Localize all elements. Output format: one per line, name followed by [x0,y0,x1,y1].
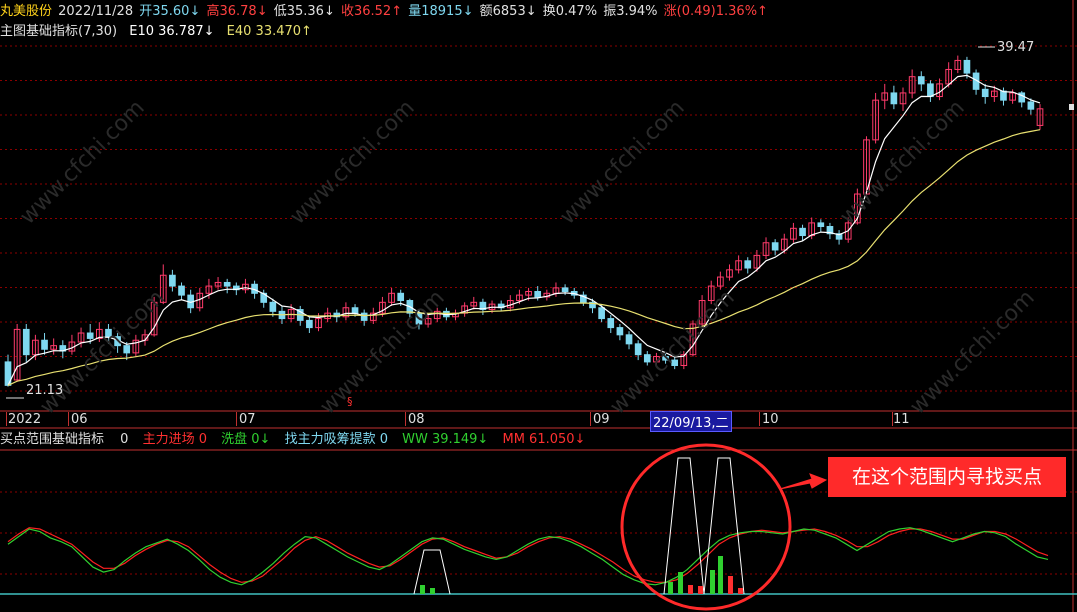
signal-bar [678,572,683,594]
main-indicator-name[interactable]: 主图基础指标(7,30) [0,24,117,39]
candle [643,354,651,363]
signal-bar [420,585,425,594]
signal-trapezoid [413,549,451,595]
e10-line [7,74,1041,386]
low-price-label: 21.13 [26,383,64,398]
high-price-label: 39.47 [997,40,1035,55]
e10-value: E10 36.787↓ [129,24,215,39]
callout-arrow [779,473,828,490]
axis-tick [405,412,406,426]
e40-value: E40 33.470↑ [226,24,312,39]
e40-line [7,129,1041,386]
signal-bar [718,556,723,594]
axis-label-07: 07 [239,412,256,427]
sub-indicator-bar: 买点范围基础指标 0 主力进场 0 洗盘 0↓ 找主力吸筹提款 0 WW 39.… [0,432,587,448]
quote-change: 涨(0.49)1.36%↑ [663,4,768,19]
candle [223,281,231,287]
candle [123,345,131,354]
highlight-circle [620,443,792,611]
main-indicator-bar: 主图基础指标(7,30) E10 36.787↓ E40 33.470↑ [0,24,314,40]
candle [981,88,989,98]
axis-tick [68,412,69,426]
candle [41,339,48,350]
ww-line [7,527,1049,586]
signal-bar [430,588,435,594]
quote-turnover: 换0.47% [542,4,598,19]
sub-indicator-name[interactable]: 买点范围基础指标 [0,432,104,447]
candle [561,287,569,292]
candle [598,307,605,320]
candle [890,92,898,105]
candle [799,227,806,237]
quote-volume: 量18915↓ [408,4,474,19]
quote-amplitude: 振3.94% [603,4,658,19]
candle [22,328,30,356]
candle [1000,90,1007,101]
candle [306,319,313,329]
signal-bar [728,576,733,594]
sub-zero: 0 [120,432,129,447]
signal-bar [668,582,673,594]
candle [169,274,176,287]
sub-mm: MM 61.050↓ [502,432,586,447]
candle [397,292,405,302]
axis-label-08: 08 [408,412,425,427]
candle [178,285,185,296]
candle [927,83,934,98]
candle [415,312,423,325]
axis-label-06: 06 [71,412,88,427]
candle [671,359,679,367]
cursor-marker [1069,104,1074,110]
axis-label-11: 11 [893,412,910,427]
axis-tick [759,412,760,426]
axis-tick [236,412,237,426]
quote-bar: 丸美股份 2022/11/28 开35.60↓ 高36.78↓ 低35.36↓ … [0,4,770,20]
quote-high: 高36.78↓ [206,4,268,19]
candle [351,307,359,314]
signal-bar [688,585,693,594]
candle [744,260,752,269]
sub-zzl: 找主力吸筹提款 0 [284,432,388,447]
candle [1027,101,1035,110]
quote-open: 开35.60↓ [139,4,201,19]
signal-bar [738,588,743,594]
axis-label-10: 10 [762,412,779,427]
axis-label-09: 09 [593,412,610,427]
quote-date: 2022/11/28 [58,4,134,19]
signal-marker: § [347,395,353,408]
axis-label-2022: 2022 [8,412,42,427]
signal-bar [698,586,703,594]
quote-amount: 额6853↓ [479,4,537,19]
candle [607,318,615,329]
signal-bar [710,570,715,594]
sub-xp: 洗盘 0↓ [221,432,271,447]
quote-low: 低35.36↓ [273,4,335,19]
kline-chart[interactable] [0,0,1077,612]
candle [662,355,669,361]
stock-name[interactable]: 丸美股份 [0,4,52,19]
sub-ww: WW 39.149↓ [402,432,489,447]
buy-zone-callout: 在这个范围内寻找买点 [828,457,1066,497]
candle [616,327,624,336]
axis-tick [590,412,591,426]
axis-tick [6,412,7,426]
candle [360,312,368,321]
quote-close: 收36.52↑ [340,4,403,19]
candle [963,59,971,74]
candle [534,290,542,298]
candle [771,242,779,251]
candle [269,301,277,312]
candle [917,76,925,85]
candle [105,328,112,338]
candle [86,332,94,339]
candle [625,334,633,345]
candle [817,222,825,228]
crosshair-date: 22/09/13,二 [650,411,732,432]
candle [634,343,642,356]
sub-zljc: 主力进场 0 [142,432,207,447]
